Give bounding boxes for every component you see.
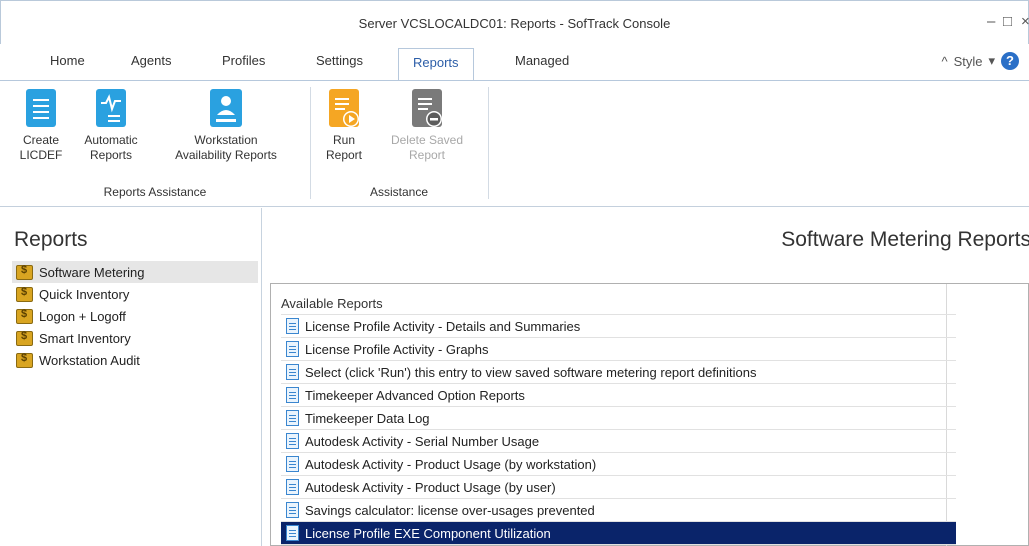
report-document-icon xyxy=(286,410,299,426)
main-area: Software Metering Reports Available Repo… xyxy=(263,208,1029,546)
report-name: Autodesk Activity - Serial Number Usage xyxy=(305,433,540,449)
header-available-reports: Available Reports xyxy=(281,295,383,311)
workstation-availability-label-1: Workstation xyxy=(194,133,258,147)
report-category-icon xyxy=(16,264,33,280)
reports-grid: Available Reports License Profile Activi… xyxy=(281,292,1029,545)
report-document-icon xyxy=(286,387,299,403)
help-icon[interactable]: ? xyxy=(1001,52,1019,70)
report-document-icon xyxy=(286,479,299,495)
table-row[interactable]: Timekeeper Advanced Option Reports xyxy=(281,384,956,407)
group-separator xyxy=(488,87,489,199)
delete-saved-report-label-2: Report xyxy=(408,148,446,162)
report-name: Savings calculator: license over-usages … xyxy=(305,502,595,518)
delete-report-icon xyxy=(412,89,442,127)
create-licdef-label-1: Create xyxy=(22,133,60,147)
group-separator xyxy=(310,87,311,199)
table-header[interactable]: Available Reports xyxy=(281,292,956,315)
table-row[interactable]: Select (click 'Run') this entry to view … xyxy=(281,361,956,384)
nav-item-quick-inventory[interactable]: Quick Inventory xyxy=(12,283,258,305)
create-licdef-icon xyxy=(26,89,56,127)
delete-saved-report-button[interactable]: Delete Saved Report xyxy=(378,89,476,163)
reports-assistance-group-label: Reports Assistance xyxy=(103,185,207,199)
automatic-reports-label-2: Reports xyxy=(89,148,133,162)
nav-item-software-metering[interactable]: Software Metering xyxy=(12,261,258,283)
report-document-icon xyxy=(286,525,299,541)
table-row[interactable]: License Profile Activity - Details and S… xyxy=(281,315,956,338)
chevron-down-icon[interactable]: ▾ xyxy=(988,53,995,69)
title-bar: Server VCSLOCALDC01: Reports - SofTrack … xyxy=(0,0,1029,44)
run-report-label-2: Report xyxy=(325,148,363,162)
tab-agents[interactable]: Agents xyxy=(131,53,171,68)
report-name: Autodesk Activity - Product Usage (by us… xyxy=(305,479,556,495)
tab-settings[interactable]: Settings xyxy=(316,53,363,68)
run-report-icon xyxy=(329,89,359,127)
report-document-icon xyxy=(286,456,299,472)
tab-home[interactable]: Home xyxy=(50,53,85,68)
table-row[interactable]: Autodesk Activity - Product Usage (by wo… xyxy=(281,453,956,476)
tab-profiles[interactable]: Profiles xyxy=(222,53,265,68)
minimize-button[interactable]: – xyxy=(987,13,995,30)
close-button[interactable]: × xyxy=(1021,13,1029,30)
create-licdef-button[interactable]: Create LICDEF xyxy=(14,89,68,163)
report-name: Autodesk Activity - Product Usage (by wo… xyxy=(305,456,597,472)
nav-item-label: Software Metering xyxy=(39,264,145,280)
report-category-icon xyxy=(16,352,33,368)
report-document-icon xyxy=(286,364,299,380)
report-document-icon xyxy=(286,502,299,518)
run-report-label-1: Run xyxy=(332,133,355,147)
automatic-reports-icon xyxy=(96,89,126,127)
nav-item-label: Smart Inventory xyxy=(39,330,131,346)
table-row[interactable]: Timekeeper Data Log xyxy=(281,407,956,430)
nav-item-label: Workstation Audit xyxy=(39,352,140,368)
report-name: License Profile EXE Component Utilizatio… xyxy=(305,525,551,541)
report-name: License Profile Activity - Details and S… xyxy=(305,318,581,334)
tab-managed[interactable]: Managed xyxy=(515,53,569,68)
report-category-icon xyxy=(16,308,33,324)
report-name: Select (click 'Run') this entry to view … xyxy=(305,364,757,380)
workstation-user-icon xyxy=(210,89,242,127)
workstation-availability-label-2: Availability Reports xyxy=(175,148,277,162)
create-licdef-label-2: LICDEF xyxy=(19,148,63,162)
report-category-icon xyxy=(16,286,33,302)
ribbon-tabs: Home Agents Profiles Settings Reports Ma… xyxy=(0,44,1029,81)
tab-reports[interactable]: Reports xyxy=(398,48,474,81)
style-menu[interactable]: ^ Style ▾ ? xyxy=(941,52,1019,70)
nav-item-logon-logoff[interactable]: Logon + Logoff xyxy=(12,305,258,327)
report-document-icon xyxy=(286,433,299,449)
nav-item-label: Quick Inventory xyxy=(39,286,130,302)
automatic-reports-button[interactable]: Automatic Reports xyxy=(74,89,148,163)
table-row[interactable]: Autodesk Activity - Serial Number Usage xyxy=(281,430,956,453)
nav-item-workstation-audit[interactable]: Workstation Audit xyxy=(12,349,258,371)
delete-saved-report-label-1: Delete Saved xyxy=(390,133,464,147)
reports-table: Available Reports License Profile Activi… xyxy=(270,283,1029,546)
report-document-icon xyxy=(286,341,299,357)
automatic-reports-label-1: Automatic xyxy=(84,133,138,147)
nav-item-label: Logon + Logoff xyxy=(39,308,126,324)
report-name: Timekeeper Data Log xyxy=(305,410,430,426)
nav-item-smart-inventory[interactable]: Smart Inventory xyxy=(12,327,258,349)
report-category-icon xyxy=(16,330,33,346)
ribbon: Create LICDEF Automatic Reports Workstat… xyxy=(0,80,1029,207)
table-row[interactable]: Autodesk Activity - Product Usage (by us… xyxy=(281,476,956,499)
window-title: Server VCSLOCALDC01: Reports - SofTrack … xyxy=(358,16,671,31)
maximize-button[interactable]: □ xyxy=(1003,13,1012,30)
report-name: License Profile Activity - Graphs xyxy=(305,341,489,357)
table-row[interactable]: License Profile Activity - Graphs xyxy=(281,338,956,361)
assistance-group-label: Assistance xyxy=(369,185,429,199)
run-report-button[interactable]: Run Report xyxy=(322,89,366,163)
left-panel: Reports Software Metering Quick Inventor… xyxy=(0,208,262,546)
table-row-selected[interactable]: License Profile EXE Component Utilizatio… xyxy=(281,522,956,545)
table-row[interactable]: Savings calculator: license over-usages … xyxy=(281,499,956,522)
report-name: Timekeeper Advanced Option Reports xyxy=(305,387,525,403)
panel-title: Reports xyxy=(14,228,88,251)
report-category-list: Software Metering Quick Inventory Logon … xyxy=(12,261,258,371)
collapse-ribbon-icon[interactable]: ^ xyxy=(941,54,947,69)
report-document-icon xyxy=(286,318,299,334)
style-label[interactable]: Style xyxy=(954,54,983,69)
workstation-availability-reports-button[interactable]: Workstation Availability Reports xyxy=(150,89,302,163)
main-title: Software Metering Reports xyxy=(781,228,1029,251)
